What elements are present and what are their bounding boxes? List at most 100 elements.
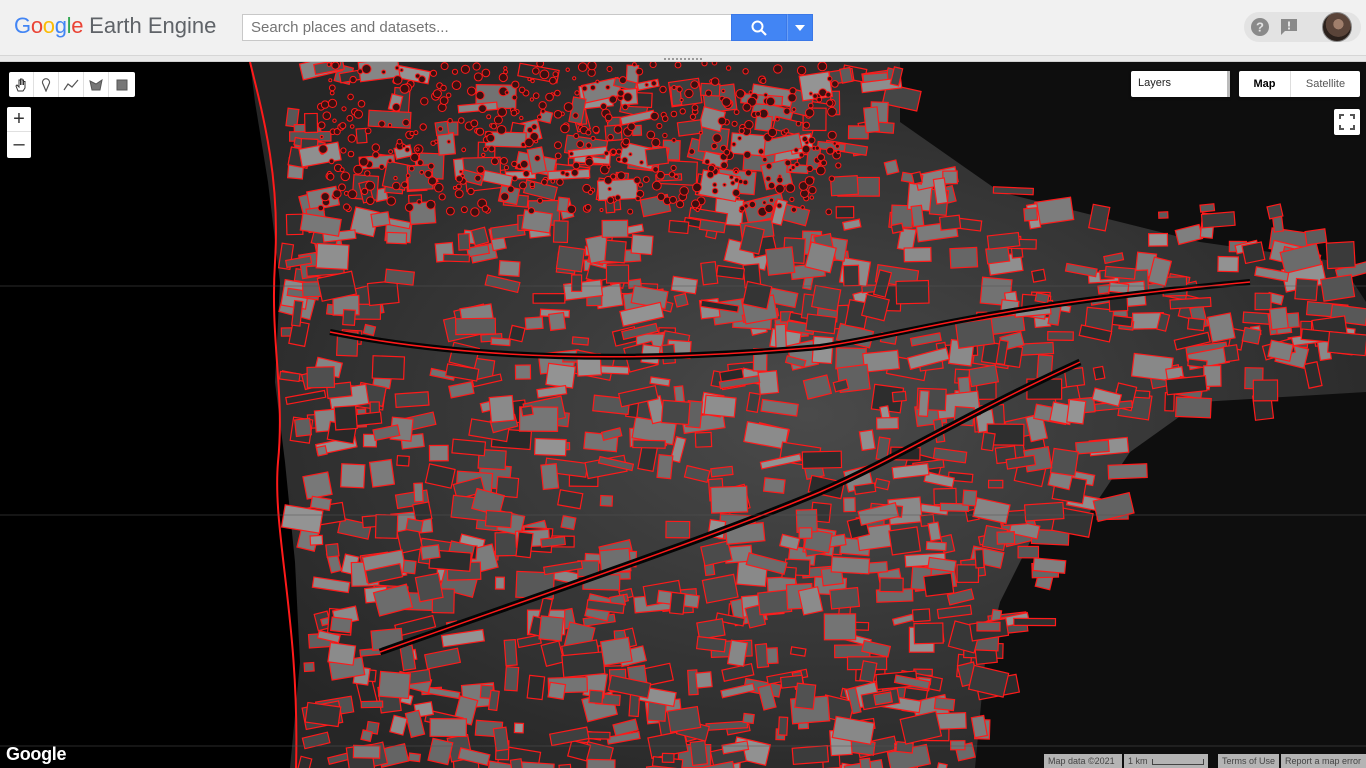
field-polygon: [504, 666, 520, 692]
field-polygon: [327, 641, 357, 666]
pan-tool-button[interactable]: [9, 72, 34, 97]
field-polygon: [802, 121, 811, 129]
field-polygon: [572, 161, 581, 170]
field-polygon: [796, 65, 807, 76]
add-marker-icon: [41, 77, 51, 92]
field-polygon: [408, 165, 415, 172]
field-polygon: [610, 173, 617, 180]
field-polygon: [798, 527, 813, 539]
help-button[interactable]: ?: [1247, 14, 1273, 40]
report-map-error-link[interactable]: Report a map error: [1281, 754, 1366, 768]
field-polygon: [913, 622, 944, 645]
map-type-map-button[interactable]: Map: [1239, 71, 1291, 97]
field-polygon: [547, 681, 567, 700]
field-polygon: [1252, 379, 1279, 402]
field-polygon: [791, 744, 830, 765]
draw-shape-button[interactable]: [84, 72, 109, 97]
field-polygon: [368, 458, 396, 488]
field-polygon: [571, 274, 583, 292]
earth-engine-logo[interactable]: Google Earth Engine: [14, 13, 216, 43]
draw-rectangle-button[interactable]: [109, 72, 134, 97]
field-polygon: [343, 203, 351, 211]
search-button[interactable]: [731, 14, 787, 41]
field-polygon: [1164, 391, 1175, 412]
field-polygon: [527, 207, 536, 215]
scale-control[interactable]: 1 km: [1124, 754, 1208, 768]
add-marker-button[interactable]: [34, 72, 59, 97]
field-polygon: [527, 77, 532, 82]
field-polygon: [490, 337, 511, 347]
field-polygon: [858, 429, 876, 452]
field-polygon: [536, 62, 545, 68]
map-type-satellite-button[interactable]: Satellite: [1291, 71, 1360, 97]
field-polygon: [765, 647, 779, 665]
field-polygon: [520, 405, 534, 417]
draw-line-button[interactable]: [59, 72, 84, 97]
field-polygon: [1320, 274, 1356, 302]
field-polygon: [306, 366, 336, 389]
field-polygon: [1325, 240, 1356, 270]
field-polygon: [554, 152, 562, 160]
field-polygon: [526, 674, 546, 701]
field-polygon: [557, 489, 584, 510]
field-polygon: [826, 146, 835, 155]
field-polygon: [456, 183, 462, 190]
map-data-attribution[interactable]: Map data ©2021: [1044, 754, 1122, 768]
field-polygon: [690, 80, 699, 89]
search-input[interactable]: Search places and datasets...: [242, 14, 732, 41]
field-polygon: [1186, 317, 1206, 332]
field-polygon: [748, 200, 757, 209]
field-polygon: [576, 140, 585, 149]
field-polygon: [679, 186, 689, 196]
field-polygon: [721, 88, 726, 94]
field-polygon: [439, 96, 449, 105]
field-polygon: [671, 85, 677, 90]
field-polygon: [432, 89, 442, 99]
field-polygon: [392, 102, 401, 112]
field-polygon: [962, 489, 978, 507]
field-polygon: [671, 137, 677, 143]
field-polygon: [589, 84, 596, 91]
field-polygon: [742, 179, 749, 186]
field-polygon: [302, 471, 333, 500]
field-polygon: [805, 108, 815, 118]
field-polygon: [451, 80, 462, 91]
field-polygon: [603, 150, 610, 156]
field-polygon: [933, 487, 957, 506]
field-polygon: [320, 100, 330, 109]
field-polygon: [1066, 398, 1087, 425]
zoom-in-button[interactable]: +: [7, 107, 31, 132]
field-polygon: [650, 111, 659, 121]
search-options-button[interactable]: [787, 14, 813, 41]
field-polygon: [478, 104, 487, 113]
field-polygon: [827, 76, 833, 82]
field-polygon: [340, 171, 351, 182]
layers-scrollbar[interactable]: [1227, 71, 1230, 97]
field-polygon: [515, 531, 534, 559]
field-polygon: [710, 77, 720, 86]
zoom-out-button[interactable]: –: [7, 132, 31, 157]
field-polygon: [342, 308, 357, 326]
field-polygon: [415, 147, 420, 152]
field-polygon: [1147, 232, 1169, 247]
field-polygon: [360, 729, 374, 743]
map-canvas[interactable]: [0, 62, 1366, 768]
field-polygon: [980, 431, 996, 452]
field-polygon: [446, 206, 455, 216]
field-polygon: [608, 95, 618, 104]
field-polygon: [364, 170, 371, 177]
field-polygon: [673, 385, 685, 404]
field-polygon: [721, 97, 732, 107]
field-polygon: [742, 712, 755, 725]
field-polygon: [404, 202, 414, 212]
field-polygon: [879, 577, 904, 593]
resize-handle[interactable]: [664, 56, 702, 61]
field-polygon: [519, 181, 527, 190]
field-polygon: [328, 158, 335, 165]
layers-button[interactable]: Layers: [1131, 71, 1230, 97]
field-polygon: [755, 110, 762, 117]
feedback-button[interactable]: [1276, 14, 1302, 40]
fullscreen-button[interactable]: [1334, 109, 1360, 135]
avatar[interactable]: [1322, 12, 1352, 42]
terms-of-use-link[interactable]: Terms of Use: [1218, 754, 1279, 768]
